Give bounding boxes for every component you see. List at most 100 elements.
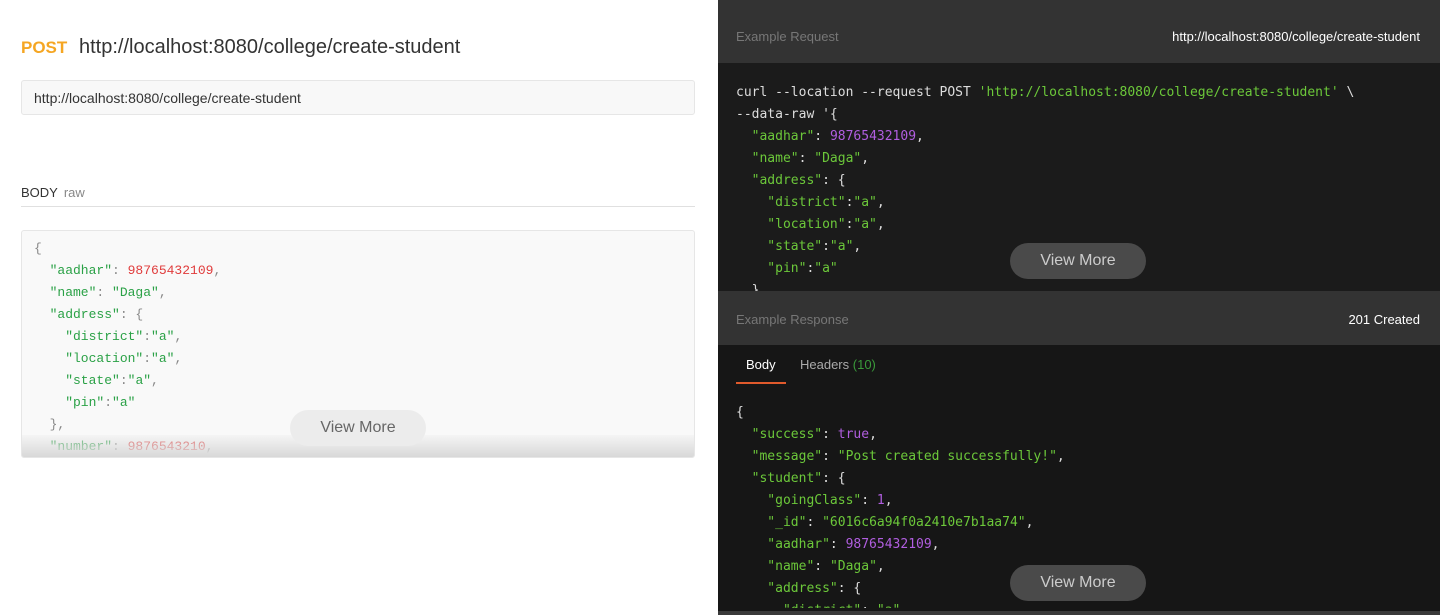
- code-token: :: [798, 151, 815, 166]
- code-token: :: [822, 427, 838, 442]
- code-token: "a": [127, 373, 152, 388]
- code-token: :: [822, 239, 830, 254]
- code-token: "state": [34, 373, 120, 388]
- code-token: "location": [736, 217, 846, 232]
- code-line: "aadhar": 98765432109,: [34, 262, 682, 284]
- code-token: :: [814, 559, 830, 574]
- response-status: 201 Created: [1348, 312, 1420, 327]
- code-token: ,: [876, 217, 885, 232]
- scrollbar[interactable]: [718, 611, 1440, 615]
- code-token: ,: [1056, 449, 1065, 464]
- code-line: curl --location --request POST 'http://l…: [736, 82, 1422, 104]
- example-request-url: http://localhost:8080/college/create-stu…: [1172, 29, 1420, 44]
- code-token: "name": [34, 285, 97, 300]
- code-token: "address": [736, 173, 823, 188]
- code-line: "student": {: [736, 468, 1422, 490]
- code-token: "_id": [736, 515, 807, 530]
- code-token: ,: [151, 373, 159, 388]
- code-token: ,: [1025, 515, 1034, 530]
- view-more-button[interactable]: View More: [290, 410, 426, 446]
- code-token: "address": [736, 581, 838, 596]
- code-line: "state":"a",: [34, 372, 682, 394]
- code-line: "location":"a",: [34, 350, 682, 372]
- code-token: :: [814, 129, 830, 144]
- headers-count: (10): [852, 357, 876, 372]
- code-token: :: [806, 515, 823, 530]
- code-token: : {: [837, 581, 862, 596]
- url-field[interactable]: http://localhost:8080/college/create-stu…: [21, 80, 695, 115]
- example-request-label: Example Request: [736, 29, 839, 44]
- code-token: ,: [876, 195, 885, 210]
- code-line: "goingClass": 1,: [736, 490, 1422, 512]
- code-token: ,: [861, 151, 870, 166]
- code-token: --data-raw '{: [736, 107, 838, 122]
- tab-headers-label: Headers: [800, 357, 850, 372]
- code-line: "success": true,: [736, 424, 1422, 446]
- code-token: "a": [151, 351, 175, 366]
- code-token: "a": [877, 603, 900, 608]
- code-token: ,: [869, 427, 877, 442]
- code-line: "address": {: [34, 306, 682, 328]
- body-type: raw: [63, 185, 85, 200]
- code-line: "message": "Post created successfully!",: [736, 446, 1422, 468]
- code-token: 98765432109: [829, 129, 917, 144]
- code-line: "location":"a",: [736, 214, 1422, 236]
- code-token: : {: [119, 307, 144, 322]
- code-line: --data-raw '{: [736, 104, 1422, 126]
- code-line: {: [736, 402, 1422, 424]
- code-token: :: [861, 493, 877, 508]
- code-token: "a": [151, 329, 175, 344]
- code-token: "name": [736, 559, 815, 574]
- code-token: 'http://localhost:8080/college/create-st…: [978, 85, 1339, 100]
- code-line: }: [736, 280, 1422, 291]
- code-token: "a": [853, 217, 877, 232]
- example-panel: Example Request http://localhost:8080/co…: [718, 0, 1440, 615]
- code-token: :: [143, 329, 152, 344]
- code-token: : {: [822, 173, 846, 188]
- request-title-url: http://localhost:8080/college/create-stu…: [79, 36, 461, 58]
- body-label: BODY: [21, 185, 58, 200]
- code-token: 1: [876, 493, 885, 508]
- code-token: },: [34, 417, 66, 432]
- code-token: {: [736, 405, 744, 420]
- code-line: "name": "Daga",: [34, 284, 682, 306]
- code-token: ,: [900, 603, 908, 608]
- code-token: "district": [34, 329, 144, 344]
- code-token: "a": [814, 261, 838, 276]
- code-token: \: [1338, 85, 1355, 100]
- code-line: "district":"a",: [736, 192, 1422, 214]
- code-line: "district": "a",: [736, 600, 1422, 608]
- code-token: "goingClass": [736, 493, 862, 508]
- code-token: ,: [158, 285, 167, 300]
- view-more-button-response[interactable]: View More: [1010, 565, 1146, 601]
- code-token: "district": [736, 195, 846, 210]
- code-token: "a": [112, 395, 136, 410]
- code-line: "_id": "6016c6a94f0a2410e7b1aa74",: [736, 512, 1422, 534]
- tab-headers[interactable]: Headers (10): [800, 357, 876, 372]
- code-line: "aadhar": 98765432109,: [736, 534, 1422, 556]
- code-token: "state": [736, 239, 823, 254]
- code-token: "Daga": [829, 559, 877, 574]
- code-token: :: [96, 285, 113, 300]
- code-token: "aadhar": [736, 537, 830, 552]
- code-line: "district":"a",: [34, 328, 682, 350]
- code-token: "Post created successfully!": [837, 449, 1057, 464]
- code-token: ,: [213, 263, 222, 278]
- code-line: "address": {: [736, 170, 1422, 192]
- code-token: ,: [931, 537, 940, 552]
- tab-body[interactable]: Body: [736, 357, 786, 384]
- code-token: "aadhar": [736, 129, 815, 144]
- code-token: ,: [916, 129, 924, 144]
- code-token: "address": [34, 307, 120, 322]
- view-more-button-request[interactable]: View More: [1010, 243, 1146, 279]
- request-panel: POST http://localhost:8080/college/creat…: [0, 0, 718, 615]
- code-token: 98765432109: [127, 263, 214, 278]
- code-token: "location": [34, 351, 144, 366]
- code-token: "Daga": [814, 151, 862, 166]
- code-token: "a": [829, 239, 854, 254]
- code-token: :: [119, 373, 128, 388]
- code-token: ,: [876, 559, 885, 574]
- code-token: "success": [736, 427, 823, 442]
- code-token: curl --location --request POST: [736, 85, 979, 100]
- code-line: "aadhar": 98765432109,: [736, 126, 1422, 148]
